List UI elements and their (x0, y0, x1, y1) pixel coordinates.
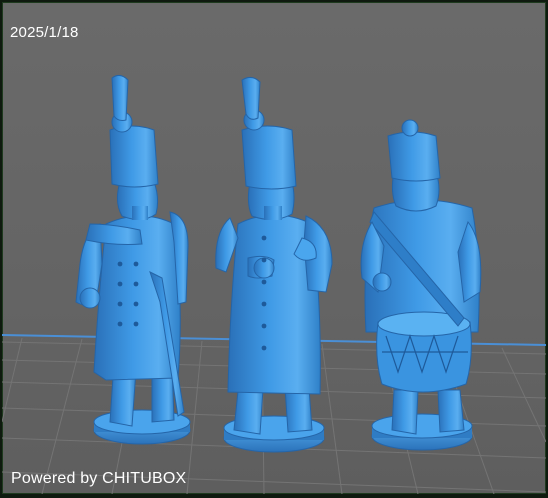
watermark-text: Powered by CHITUBOX (11, 470, 187, 487)
figure-officer-left[interactable] (75, 74, 191, 445)
3d-viewport[interactable]: 2025/1/18 Powered by CHITUBOX (2, 2, 546, 494)
scene-canvas[interactable] (2, 2, 546, 494)
figure-officer-center[interactable] (215, 76, 333, 453)
date-label: 2025/1/18 (10, 24, 79, 41)
figure-drummer-right[interactable] (360, 119, 482, 451)
